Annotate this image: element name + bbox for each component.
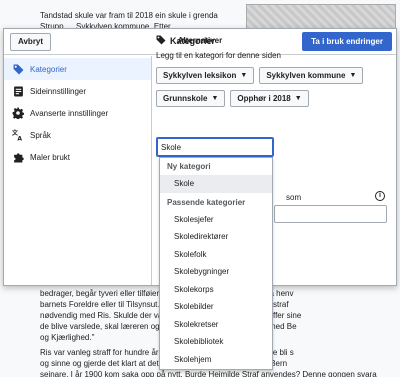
category-chip-label: Grunnskole xyxy=(163,94,208,103)
chevron-down-icon: ▼ xyxy=(349,72,357,79)
puzzle-icon xyxy=(12,151,24,163)
section-title: Kategorier xyxy=(170,36,216,46)
sidebar-item-label: Maler brukt xyxy=(30,152,71,162)
svg-text:A: A xyxy=(17,135,22,141)
category-chip[interactable]: Sykkylven kommune ▼ xyxy=(259,67,364,84)
section-heading: Kategorier xyxy=(156,35,392,47)
suggestion-item[interactable]: Skolebygninger xyxy=(160,263,272,281)
category-list: Sykkylven leksikon ▼ Sykkylven kommune ▼ G… xyxy=(156,67,384,107)
suggestion-item[interactable]: Skolekorps xyxy=(160,281,272,299)
category-search-input[interactable] xyxy=(156,137,274,157)
sidebar-item-page-settings[interactable]: Sideinnstillinger xyxy=(4,80,151,102)
category-chip[interactable]: Opphør i 2018 ▼ xyxy=(230,90,309,107)
group-header-new-category: Ny kategori xyxy=(167,162,211,171)
sidebar-item-language[interactable]: 文A Språk xyxy=(4,124,151,146)
chevron-down-icon: ▼ xyxy=(211,95,219,102)
section-description: Legg til en kategori for denne siden xyxy=(156,51,281,60)
article-line: seinare. I år 1900 kom saka opp på nytt.… xyxy=(40,370,377,377)
sidebar-item-categories[interactable]: Kategorier xyxy=(4,58,151,80)
article-image xyxy=(246,4,396,30)
suggestion-item[interactable]: Skolesjefer xyxy=(160,211,272,229)
category-suggestions: Ny kategori Skole Passende kategorier Sk… xyxy=(159,157,273,370)
category-chip-label: Sykkylven kommune xyxy=(266,71,346,80)
group-header-matching: Passende kategorier xyxy=(167,197,246,207)
sidebar-item-advanced-settings[interactable]: Avanserte innstillinger xyxy=(4,102,151,124)
sidebar-item-label: Sideinnstillinger xyxy=(30,86,87,96)
sidebar-item-templates-used[interactable]: Maler brukt xyxy=(4,146,151,168)
sidebar-item-label: Kategorier xyxy=(30,64,67,74)
category-chip-label: Opphør i 2018 xyxy=(237,94,291,103)
page-settings-icon xyxy=(12,85,24,97)
category-chip[interactable]: Sykkylven leksikon ▼ xyxy=(156,67,255,84)
categories-panel: Kategorier Legg til en kategori for denn… xyxy=(156,35,392,107)
suggestion-item[interactable]: Skolekretser xyxy=(160,316,272,334)
suggestion-item[interactable]: Skolebilder xyxy=(160,298,272,316)
category-chip[interactable]: Grunnskole ▼ xyxy=(156,90,226,107)
suggestion-item[interactable]: Skoledirektører xyxy=(160,228,272,246)
category-chip-label: Sykkylven leksikon xyxy=(163,71,237,80)
text-field[interactable] xyxy=(274,205,387,223)
sidebar-item-label: Avanserte innstillinger xyxy=(30,108,109,118)
suggestion-item[interactable]: Skolehjem xyxy=(160,351,272,369)
chevron-down-icon: ▼ xyxy=(240,72,248,79)
chevron-down-icon: ▼ xyxy=(294,95,302,102)
gear-icon xyxy=(12,107,24,119)
info-icon[interactable]: i xyxy=(375,191,385,201)
language-icon: 文A xyxy=(12,129,24,141)
dialog-sidebar: Kategorier Sideinnstillinger Avanserte i… xyxy=(4,56,152,285)
tag-icon xyxy=(156,35,166,47)
field-label: som xyxy=(286,193,302,202)
sidebar-item-label: Språk xyxy=(30,130,51,140)
suggestion-new-category[interactable]: Skole xyxy=(160,175,272,193)
suggestion-item[interactable]: Skolebibliotek xyxy=(160,333,272,351)
tag-icon xyxy=(12,63,24,75)
suggestion-item[interactable]: Skolefolk xyxy=(160,246,272,264)
